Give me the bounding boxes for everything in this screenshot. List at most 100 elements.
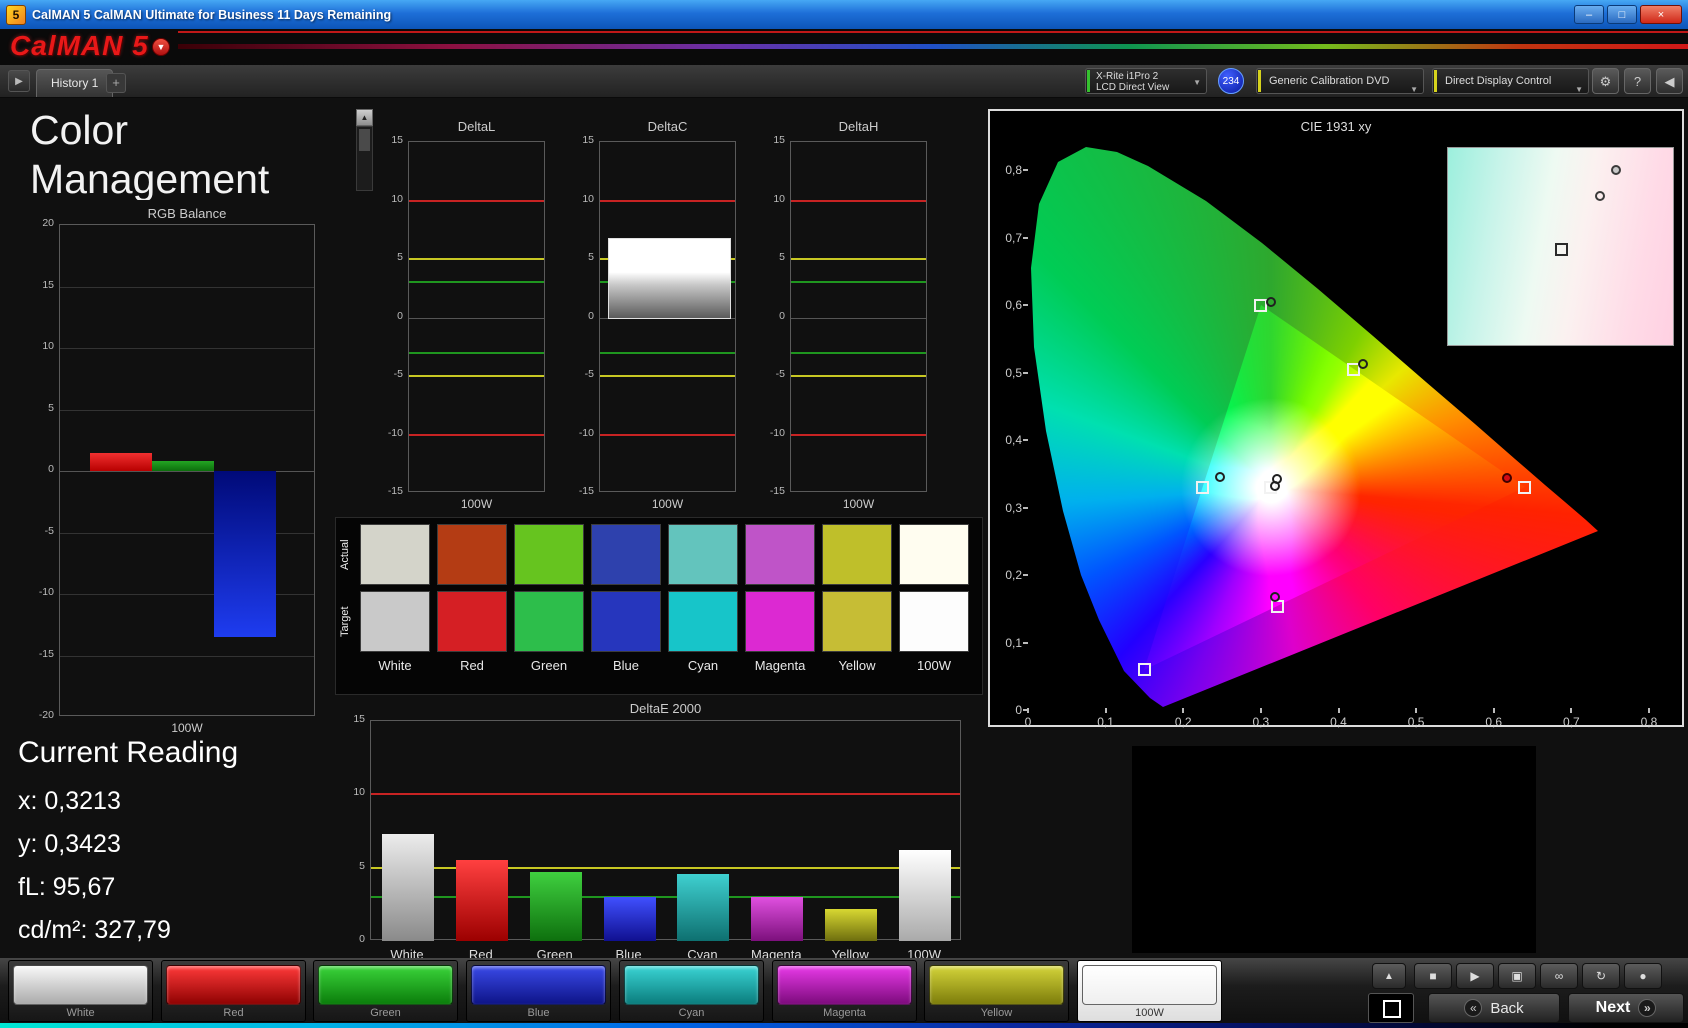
- eject-button[interactable]: ▲: [1372, 963, 1406, 989]
- logo-menu-button[interactable]: ▼: [152, 38, 170, 56]
- pattern-button-green[interactable]: Green: [313, 960, 458, 1022]
- source-label: Generic Calibration DVD: [1269, 75, 1389, 87]
- add-tab-button[interactable]: +: [106, 73, 126, 93]
- transport-continuous-button[interactable]: ∞: [1540, 963, 1578, 989]
- inset-measurement-1: [1611, 165, 1621, 175]
- delta_e_2000-ytick-10: 10: [345, 786, 365, 798]
- meter-line1: X-Rite i1Pro 2: [1096, 71, 1206, 82]
- cie-xtick: [1182, 708, 1184, 713]
- delta_h-xlabel: 100W: [790, 497, 927, 511]
- transport-window-pattern-button[interactable]: ▣: [1498, 963, 1536, 989]
- delta_l-plot: [408, 141, 545, 492]
- scroll-up-button[interactable]: ▲: [356, 109, 373, 126]
- swatch-actual-blue: [591, 524, 661, 585]
- back-button[interactable]: « Back: [1428, 993, 1560, 1023]
- cie-measurement-green: [1266, 297, 1276, 307]
- help-button[interactable]: ?: [1624, 68, 1651, 94]
- swatch-col-label-yellow: Yellow: [818, 658, 896, 673]
- cie-xtick: [1570, 708, 1572, 713]
- pattern-button-white[interactable]: White: [8, 960, 153, 1022]
- delta_e_2000-plot: [370, 720, 961, 940]
- pattern-button-yellow[interactable]: Yellow: [924, 960, 1069, 1022]
- cie-xtick: [1648, 708, 1650, 713]
- swatch-actual-cyan: [668, 524, 738, 585]
- panel-toggle-button[interactable]: ▶: [8, 70, 30, 92]
- rgb_balance-plot: [59, 224, 315, 716]
- cie-ytick: [1023, 507, 1028, 509]
- pattern-button-magenta[interactable]: Magenta: [772, 960, 917, 1022]
- transport-stop-button[interactable]: ■: [1414, 963, 1452, 989]
- color-swatch-table: ActualTargetWhiteRedGreenBlueCyanMagenta…: [335, 517, 983, 695]
- cie-ylabel-0,1: 0,1: [994, 636, 1022, 650]
- delta_h-limit--3: [791, 352, 926, 354]
- reading-fl: fL: 95,67: [18, 866, 238, 909]
- rgb_balance-ytick--10: -10: [33, 586, 54, 598]
- workspace: Color Management RGB Balance20151050-5-1…: [0, 98, 1688, 958]
- pattern-swatch-blue: [471, 965, 606, 1005]
- swatch-actual-white: [360, 524, 430, 585]
- pattern-window-button[interactable]: [1368, 993, 1414, 1023]
- delta-c-chart: DeltaC151050-5-10-15100W: [576, 119, 741, 519]
- gear-icon[interactable]: ⚙: [1592, 68, 1619, 94]
- delta_l-limit--5: [409, 375, 544, 377]
- pattern-button-cyan[interactable]: Cyan: [619, 960, 764, 1022]
- delta_l-ytick-10: 10: [385, 193, 403, 205]
- cie-measurement-magenta: [1270, 592, 1280, 602]
- pattern-button-100w[interactable]: 100W: [1077, 960, 1222, 1022]
- collapse-arrow-button[interactable]: ◀: [1656, 68, 1683, 94]
- delta_e_2000-ytick-15: 15: [345, 713, 365, 725]
- delta_e_2000-bar-cyan: [677, 874, 729, 941]
- transport-play-button[interactable]: ▶: [1456, 963, 1494, 989]
- delta_h-ytick-15: 15: [767, 134, 785, 146]
- red-divider-line: [178, 31, 1688, 33]
- delta_c-ytick-15: 15: [576, 134, 594, 146]
- meter-dropdown[interactable]: X-Rite i1Pro 2 LCD Direct View ▼: [1085, 68, 1207, 94]
- display-label: Direct Display Control: [1445, 75, 1551, 87]
- cie-measurement-white-b: [1270, 481, 1280, 491]
- transport-loop-button[interactable]: ↻: [1582, 963, 1620, 989]
- swatch-col-label-red: Red: [433, 658, 511, 673]
- meter-line2: LCD Direct View: [1096, 82, 1206, 93]
- delta_c-title: DeltaC: [599, 119, 736, 134]
- delta_c-ytick--15: -15: [576, 485, 594, 497]
- cie-ytick: [1023, 169, 1028, 171]
- close-button[interactable]: ×: [1640, 5, 1682, 24]
- swatch-actual-100w: [899, 524, 969, 585]
- next-button[interactable]: Next »: [1568, 993, 1684, 1023]
- cie-xlabel-0,4: 0,4: [1319, 715, 1359, 729]
- source-dropdown[interactable]: Generic Calibration DVD ▼: [1256, 68, 1424, 94]
- minimize-button[interactable]: –: [1574, 5, 1604, 24]
- scrollbar-thumb[interactable]: [359, 129, 370, 151]
- white-point-zoom-inset: [1447, 147, 1674, 346]
- inset-measurement-2: [1595, 191, 1605, 201]
- transport-record-button[interactable]: ●: [1624, 963, 1662, 989]
- maximize-button[interactable]: □: [1607, 5, 1637, 24]
- pattern-swatch-magenta: [777, 965, 912, 1005]
- display-control-dropdown[interactable]: Direct Display Control ▼: [1432, 68, 1589, 94]
- scrollbar-track[interactable]: [356, 126, 373, 191]
- cie-target-red: [1518, 481, 1531, 494]
- swatch-target-magenta: [745, 591, 815, 652]
- rgb_balance-title: RGB Balance: [59, 206, 315, 221]
- delta_l-limit-5: [409, 258, 544, 260]
- delta_l-limit--10: [409, 434, 544, 436]
- reading-x: x: 0,3213: [18, 780, 238, 823]
- tab-history-1[interactable]: History 1: [36, 69, 113, 97]
- reading-y: y: 0,3423: [18, 823, 238, 866]
- cie-xtick: [1338, 708, 1340, 713]
- charts-scrollbar[interactable]: ▲: [356, 109, 373, 191]
- delta-h-chart: DeltaH151050-5-10-15100W: [767, 119, 932, 519]
- pattern-count-badge[interactable]: 234: [1218, 68, 1244, 94]
- display-status-stripe: [1434, 70, 1437, 92]
- delta_h-ytick--5: -5: [767, 368, 785, 380]
- pattern-button-blue[interactable]: Blue: [466, 960, 611, 1022]
- cie-ytick: [1023, 237, 1028, 239]
- cie-ytick: [1023, 372, 1028, 374]
- swatch-target-green: [514, 591, 584, 652]
- bottom-bar: WhiteRedGreenBlueCyanMagentaYellow100W ▲…: [0, 958, 1688, 1028]
- pattern-button-red[interactable]: Red: [161, 960, 306, 1022]
- logo-bar: CalMAN 5 ▼: [0, 29, 1688, 65]
- delta_h-ytick--15: -15: [767, 485, 785, 497]
- source-status-stripe: [1258, 70, 1261, 92]
- swatch-col-label-green: Green: [510, 658, 588, 673]
